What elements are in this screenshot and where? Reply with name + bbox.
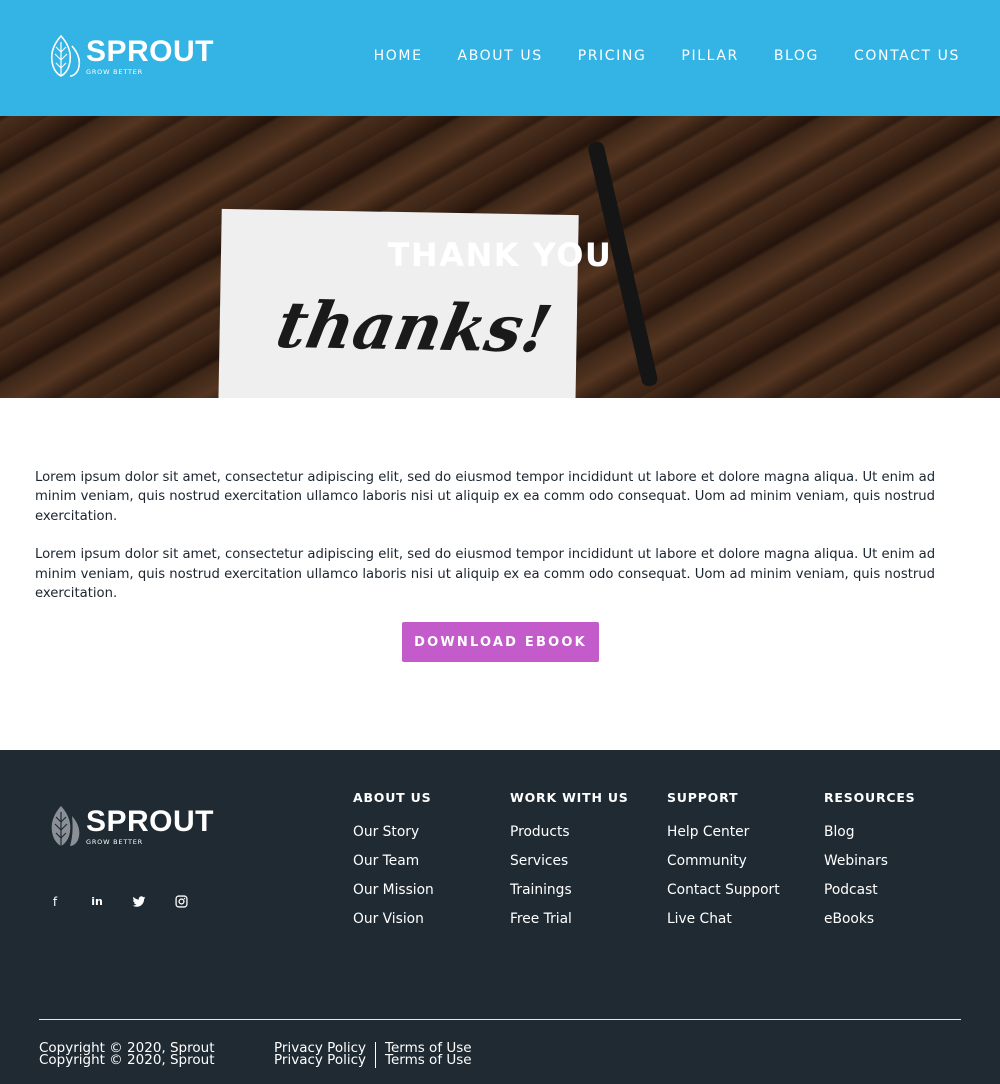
nav-blog[interactable]: BLOG: [774, 48, 819, 64]
twitter-icon[interactable]: [131, 894, 147, 910]
footer-column-resources: RESOURCES Blog Webinars Podcast eBooks: [824, 790, 915, 940]
footer-link-trainings[interactable]: Trainings: [510, 882, 629, 900]
main-content: Lorem ipsum dolor sit amet, consectetur …: [35, 468, 965, 622]
footer-logo[interactable]: SPROUT GROW BETTER: [48, 804, 214, 848]
logo-wordmark: SPROUT: [86, 34, 215, 68]
social-links: f in: [47, 894, 189, 910]
main-nav: HOME ABOUT US PRICING PILLAR BLOG CONTAC…: [374, 48, 960, 64]
legal-separator: [375, 1042, 377, 1068]
logo-tagline: GROW BETTER: [86, 837, 143, 846]
download-ebook-button[interactable]: DOWNLOAD EBOOK: [402, 622, 599, 662]
footer-column-heading: ABOUT US: [353, 790, 432, 805]
nav-home[interactable]: HOME: [374, 48, 423, 64]
footer-link-live-chat[interactable]: Live Chat: [667, 911, 780, 929]
copyright-block: Copyright © 2020, Sprout Copyright © 202…: [39, 1041, 215, 1068]
footer-link-podcast[interactable]: Podcast: [824, 882, 915, 900]
legal-links: Privacy Policy Privacy Policy Terms of U…: [274, 1041, 472, 1068]
footer-column-heading: WORK WITH US: [510, 790, 629, 805]
site-footer: SPROUT GROW BETTER f in ABOUT US Our Sto…: [0, 750, 1000, 1084]
hero-card-text: thanks!: [270, 288, 558, 368]
facebook-icon[interactable]: f: [47, 894, 63, 910]
footer-column-heading: RESOURCES: [824, 790, 916, 805]
footer-link-our-team[interactable]: Our Team: [353, 853, 434, 871]
footer-link-contact-support[interactable]: Contact Support: [667, 882, 780, 900]
footer-link-free-trial[interactable]: Free Trial: [510, 911, 629, 929]
footer-column-heading: SUPPORT: [667, 790, 739, 805]
hero-banner: thanks! THANK YOU: [0, 116, 1000, 398]
site-header: SPROUT GROW BETTER HOME ABOUT US PRICING…: [0, 0, 1000, 116]
footer-link-webinars[interactable]: Webinars: [824, 853, 915, 871]
nav-pillar[interactable]: PILLAR: [681, 48, 738, 64]
nav-about-us[interactable]: ABOUT US: [458, 48, 543, 64]
footer-link-our-story[interactable]: Our Story: [353, 824, 434, 842]
footer-link-blog[interactable]: Blog: [824, 824, 915, 842]
footer-divider: [39, 1019, 961, 1020]
instagram-icon[interactable]: [173, 894, 189, 910]
leaf-icon: [51, 806, 80, 846]
privacy-policy-link[interactable]: Privacy Policy: [274, 1052, 366, 1068]
footer-link-products[interactable]: Products: [510, 824, 629, 842]
footer-link-community[interactable]: Community: [667, 853, 780, 871]
terms-of-use-link[interactable]: Terms of Use: [385, 1052, 472, 1068]
copyright-text: Copyright © 2020, Sprout: [39, 1052, 215, 1068]
linkedin-icon[interactable]: in: [89, 894, 105, 910]
footer-link-ebooks[interactable]: eBooks: [824, 911, 915, 929]
body-paragraph: Lorem ipsum dolor sit amet, consectetur …: [35, 470, 936, 524]
leaf-icon: [50, 34, 81, 77]
logo-wordmark: SPROUT: [86, 804, 215, 838]
header-logo[interactable]: SPROUT GROW BETTER: [48, 34, 214, 78]
footer-link-our-vision[interactable]: Our Vision: [353, 911, 434, 929]
page-title: THANK YOU: [387, 236, 613, 274]
footer-column-work-with-us: WORK WITH US Products Services Trainings…: [510, 790, 629, 940]
footer-column-about-us: ABOUT US Our Story Our Team Our Mission …: [353, 790, 434, 940]
body-paragraph: Lorem ipsum dolor sit amet, consectetur …: [35, 547, 936, 602]
nav-contact-us[interactable]: CONTACT US: [854, 48, 960, 64]
nav-pricing[interactable]: PRICING: [578, 48, 647, 64]
footer-link-our-mission[interactable]: Our Mission: [353, 882, 434, 900]
footer-link-help-center[interactable]: Help Center: [667, 824, 780, 842]
logo-tagline: GROW BETTER: [86, 67, 143, 76]
footer-column-support: SUPPORT Help Center Community Contact Su…: [667, 790, 780, 940]
footer-link-services[interactable]: Services: [510, 853, 629, 871]
